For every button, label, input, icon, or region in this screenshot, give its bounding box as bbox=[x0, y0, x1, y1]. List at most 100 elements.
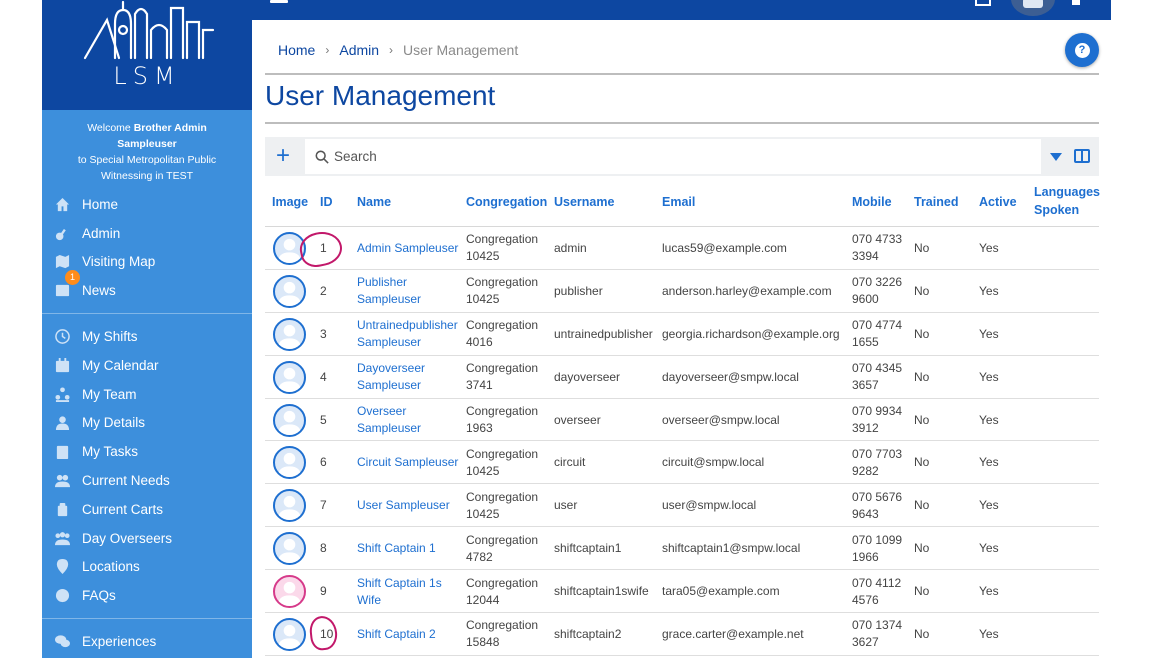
flag-icon[interactable] bbox=[1072, 0, 1080, 5]
cell-name[interactable]: Publisher Sampleuser bbox=[357, 270, 461, 313]
filter-dropdown-icon[interactable] bbox=[1050, 153, 1062, 161]
table-row[interactable]: 4 Dayoverseer Sampleuser Congregation 3741… bbox=[265, 356, 1099, 399]
cell-email-text: georgia.richardson@example.org bbox=[662, 326, 840, 341]
cell-name-text[interactable]: Shift Captain 2 bbox=[357, 626, 436, 643]
breadcrumb-home[interactable]: Home bbox=[278, 42, 315, 58]
apps-grid-icon[interactable] bbox=[975, 0, 991, 6]
cell-trained-text: No bbox=[914, 584, 930, 599]
cell-email-text: shiftcaptain1@smpw.local bbox=[662, 541, 801, 556]
user-avatar-icon[interactable] bbox=[273, 403, 306, 437]
logo[interactable]: LSM bbox=[42, 0, 252, 110]
user-avatar-icon[interactable] bbox=[273, 446, 306, 480]
cell-mobile-text: 070 1099 1966 bbox=[852, 532, 903, 564]
cell-id: 7 bbox=[320, 484, 350, 527]
cell-name-text[interactable]: User Sampleuser bbox=[357, 497, 450, 514]
sidebar-item-my-tasks[interactable]: My Tasks bbox=[42, 437, 252, 466]
cell-name[interactable]: Shift Captain 1 bbox=[357, 527, 461, 570]
cell-name-text[interactable]: Overseer Sampleuser bbox=[357, 403, 461, 437]
cell-active: Yes bbox=[979, 527, 1019, 570]
table-row[interactable]: 1 Admin Sampleuser Congregation 10425 admin… bbox=[265, 227, 1099, 270]
sidebar-item-my-team[interactable]: My Team bbox=[42, 380, 252, 409]
menu-icon[interactable] bbox=[270, 0, 288, 3]
sidebar-item-current-carts[interactable]: Current Carts bbox=[42, 495, 252, 524]
divider bbox=[265, 73, 1099, 75]
table-row[interactable]: 2 Publisher Sampleuser Congregation 10425 p… bbox=[265, 270, 1099, 313]
header-congregation[interactable]: Congregation bbox=[466, 193, 547, 211]
cell-name-text[interactable]: Dayoverseer Sampleuser bbox=[357, 360, 461, 394]
cell-email-text: user@smpw.local bbox=[662, 498, 757, 513]
cell-name-text[interactable]: Shift Captain 1 bbox=[357, 540, 436, 557]
user-avatar-icon[interactable] bbox=[273, 317, 306, 351]
sidebar-item-experiences[interactable]: Experiences bbox=[42, 627, 252, 656]
sidebar-item-label: Experiences bbox=[82, 634, 157, 650]
cell-name[interactable]: Shift Captain 2 bbox=[357, 613, 461, 656]
header-active[interactable]: Active bbox=[979, 193, 1017, 211]
sidebar-item-my-shifts[interactable]: My Shifts bbox=[42, 322, 252, 351]
team-icon bbox=[54, 386, 70, 402]
table-row[interactable]: 10 Shift Captain 2 Congregation 15848 shift… bbox=[265, 613, 1099, 656]
sidebar-item-current-needs[interactable]: Current Needs bbox=[42, 466, 252, 495]
cell-email-text: anderson.harley@example.com bbox=[662, 283, 832, 298]
user-avatar-icon[interactable] bbox=[273, 575, 306, 609]
cell-id: 2 bbox=[320, 270, 350, 313]
table-row[interactable]: 5 Overseer Sampleuser Congregation 1963 ove… bbox=[265, 399, 1099, 442]
cell-name[interactable]: User Sampleuser bbox=[357, 484, 461, 527]
cell-trained: No bbox=[914, 313, 954, 356]
cell-congregation: Congregation 4782 bbox=[466, 527, 550, 570]
cell-name[interactable]: Shift Captain 1s Wife bbox=[357, 570, 461, 613]
help-button[interactable]: ? bbox=[1065, 33, 1099, 67]
header-name[interactable]: Name bbox=[357, 193, 391, 211]
sidebar-item-locations[interactable]: Locations bbox=[42, 553, 252, 582]
table-row[interactable]: 7 User Sampleuser Congregation 10425 user us… bbox=[265, 484, 1099, 528]
cell-username: publisher bbox=[554, 270, 658, 313]
add-user-button[interactable]: + bbox=[274, 144, 292, 168]
sidebar-item-label: Current Needs bbox=[82, 473, 170, 489]
cell-email: georgia.richardson@example.org bbox=[662, 313, 847, 356]
sidebar-item-news[interactable]: News 1 bbox=[42, 270, 252, 305]
user-avatar-icon[interactable] bbox=[273, 618, 306, 652]
header-email[interactable]: Email bbox=[662, 193, 695, 211]
search-input[interactable] bbox=[334, 149, 1014, 164]
cell-email: dayoverseer@smpw.local bbox=[662, 356, 847, 399]
sidebar-item-day-overseers[interactable]: Day Overseers bbox=[42, 524, 252, 553]
header-id[interactable]: ID bbox=[320, 193, 333, 211]
cell-name-text[interactable]: Circuit Sampleuser bbox=[357, 454, 458, 471]
table-row[interactable]: 3 Untrainedpublisher Sampleuser Congregati… bbox=[265, 313, 1099, 356]
sidebar-item-admin[interactable]: Admin bbox=[42, 219, 252, 248]
user-avatar-icon[interactable] bbox=[273, 360, 306, 394]
user-icon bbox=[54, 415, 70, 431]
cell-username: circuit bbox=[554, 441, 658, 484]
user-avatar-icon[interactable] bbox=[273, 532, 306, 566]
cell-name-text[interactable]: Publisher Sampleuser bbox=[357, 274, 461, 308]
sidebar-item-my-details[interactable]: My Details bbox=[42, 409, 252, 438]
table-row[interactable]: 9 Shift Captain 1s Wife Congregation 12044… bbox=[265, 570, 1099, 614]
header-image[interactable]: Image bbox=[272, 193, 308, 211]
header-mobile[interactable]: Mobile bbox=[852, 193, 892, 211]
user-avatar-button[interactable] bbox=[1011, 0, 1055, 16]
cell-mobile-text: 070 4733 3394 bbox=[852, 232, 903, 264]
cell-active-text: Yes bbox=[979, 240, 999, 255]
cell-name[interactable]: Admin Sampleuser bbox=[357, 227, 461, 270]
user-avatar-icon[interactable] bbox=[273, 489, 306, 523]
cell-name-text[interactable]: Admin Sampleuser bbox=[357, 240, 458, 257]
sidebar-item-faqs[interactable]: FAQs bbox=[42, 581, 252, 610]
table-row[interactable]: 6 Circuit Sampleuser Congregation 10425 cir… bbox=[265, 441, 1099, 485]
cell-name-text[interactable]: Untrainedpublisher Sampleuser bbox=[357, 317, 461, 351]
cell-name[interactable]: Dayoverseer Sampleuser bbox=[357, 356, 461, 399]
cell-name[interactable]: Circuit Sampleuser bbox=[357, 441, 461, 484]
header-username[interactable]: Username bbox=[554, 193, 614, 211]
columns-toggle-icon[interactable] bbox=[1074, 149, 1090, 163]
cell-name[interactable]: Overseer Sampleuser bbox=[357, 399, 461, 442]
breadcrumb-admin[interactable]: Admin bbox=[339, 42, 379, 58]
cell-trained: No bbox=[914, 484, 954, 527]
table-row[interactable]: 8 Shift Captain 1 Congregation 4782 shiftca… bbox=[265, 527, 1099, 571]
sidebar-item-my-calendar[interactable]: My Calendar bbox=[42, 351, 252, 380]
cell-name-text[interactable]: Shift Captain 1s Wife bbox=[357, 575, 461, 609]
cell-name[interactable]: Untrainedpublisher Sampleuser bbox=[357, 313, 461, 356]
header-languages-spoken[interactable]: Languages Spoken bbox=[1034, 183, 1102, 219]
user-avatar-icon[interactable] bbox=[273, 232, 306, 265]
header-trained[interactable]: Trained bbox=[914, 193, 958, 211]
cell-mobile-text: 070 1374 3627 bbox=[852, 618, 903, 650]
sidebar-item-home[interactable]: Home bbox=[42, 190, 252, 219]
user-avatar-icon[interactable] bbox=[273, 274, 306, 308]
